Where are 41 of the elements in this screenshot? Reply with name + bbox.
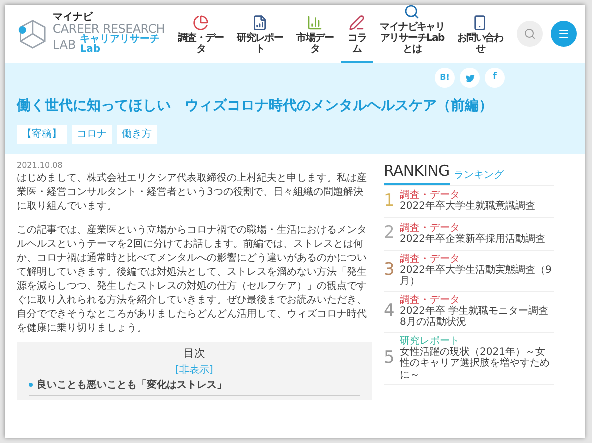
category-label: 研究レポート <box>400 336 461 346</box>
phone-icon <box>472 15 488 31</box>
menu-icon <box>558 28 570 40</box>
cube-logo-icon <box>17 17 49 51</box>
ranking-title: 2022年卒大学生活動実態調査（9月） <box>400 264 553 288</box>
pie-chart-icon <box>192 15 209 31</box>
ranking-title: 2022年卒企業新卒採用活動調査 <box>400 234 546 245</box>
bullet-icon <box>29 383 33 387</box>
article-paragraph: はじめまして、株式会社エリクシア代表取締役の上村紀夫と申します。私は産業医・経営コンサルタント・経営者という3つの役割で、日々組織の問題解決に取り組んでいます。 <box>17 172 368 214</box>
category-label: 調査・データ <box>400 254 461 264</box>
ranking-title: 2022年卒 学生就職モニター調査 8月の活動状況 <box>400 306 550 328</box>
bar-chart-icon <box>307 15 324 31</box>
nav-item[interactable]: 市場データ <box>290 5 340 63</box>
article-paragraph: この記事では、産業医という立場からコロナ禍での職場・生活におけるメンタルヘルスというテーマを2回に分けてお話します。前編では、ストレスとは何か、コロナ禍は通常時と比べてメンタルへの影響にどう違いがあるのかについて解明していきます。後編では対処法として、ストレスを溜めない方法「発生源を減らしつつ、発生したストレスの対処の仕方（セルフケア）」の観点ですぐに取り入れられる方法を紹介していきます。ぜひ最後までお読みいただき、自分でできそうなところがありましたらどんどん活用して、ウィズコロナ時代を健康に乗り切りましょう。 <box>17 224 368 336</box>
toc-title: 目次 <box>184 346 206 362</box>
search-icon <box>404 5 420 20</box>
logo-title: CAREER RESEARCH <box>52 23 166 35</box>
pen-icon <box>349 15 366 31</box>
category-label: 調査・データ <box>400 222 461 234</box>
category-label: 調査・データ <box>400 294 461 306</box>
ranking-title: 女性活躍の現状（2021年）～女性のキャリア選択肢を増やすために～ <box>400 346 551 381</box>
nav-item[interactable]: マイナビキャリアリサーチLabとは <box>375 5 450 63</box>
nav-item[interactable]: お問い合わせ <box>452 5 509 63</box>
article-date: 2021.10.08 <box>17 160 64 172</box>
search-button[interactable] <box>517 21 543 47</box>
nav-item[interactable]: 研究レポート <box>232 5 289 63</box>
logo-subtitle: キャリアリサーチLab <box>80 35 162 55</box>
ranking-heading: RANKING <box>384 160 450 184</box>
brand-text: マイナビ <box>52 13 93 23</box>
twitter-share-button[interactable] <box>460 68 480 88</box>
search-icon <box>524 28 536 40</box>
menu-button[interactable] <box>551 21 577 47</box>
ranking-subtitle: ランキング <box>454 168 504 182</box>
nav-item[interactable]: 調査・データ <box>172 5 230 63</box>
bird-icon <box>466 74 474 82</box>
toc-link[interactable]: 良いことも悪いことも「変化はストレス」 <box>37 378 227 392</box>
category-label: 調査・データ <box>400 190 461 201</box>
logo-lab: LAB <box>52 39 76 51</box>
report-icon <box>252 15 268 31</box>
article-title: 働く世代に知ってほしい ウィズコロナ時代のメンタルヘルスケア（前編） <box>17 97 494 116</box>
ranking-title: 2022年卒大学生就職意識調査 <box>400 201 536 212</box>
